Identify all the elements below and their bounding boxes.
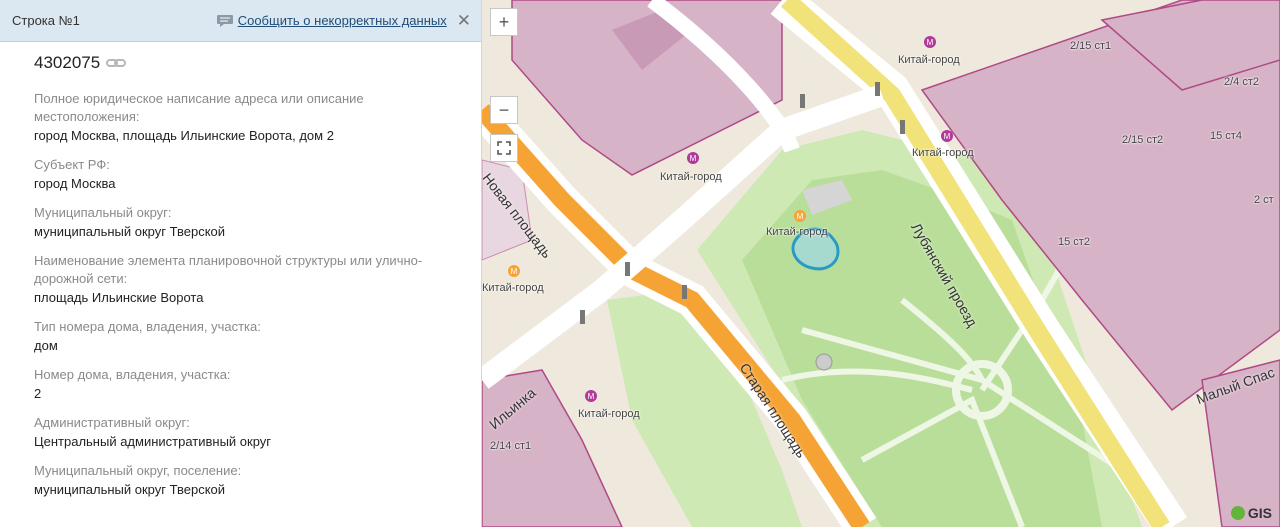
field-value: площадь Ильинские Ворота xyxy=(34,290,204,305)
zoom-out-button[interactable]: − xyxy=(490,96,518,124)
building-label: 2/15 ст1 xyxy=(1070,40,1112,52)
field-label: Полное юридическое написание адреса или … xyxy=(34,91,364,124)
comment-icon xyxy=(216,14,233,27)
panel-title: Строка №1 xyxy=(12,13,80,28)
field-label: Административный округ: xyxy=(34,415,190,430)
metro-icon: M xyxy=(585,390,597,402)
metro-icon: M xyxy=(941,130,953,142)
panel-body: 4302075 Полное юридическое написание адр… xyxy=(0,42,481,499)
field-label: Наименование элемента планировочной стру… xyxy=(34,253,423,286)
map-canvas[interactable] xyxy=(482,0,1280,527)
attribute-field: Субъект РФ: город Москва xyxy=(34,156,447,193)
building-label: 15 ст2 xyxy=(1058,236,1090,248)
metro-label: Китай-город xyxy=(766,226,828,238)
panel-header: Строка №1 Сообщить о некорректных данных… xyxy=(0,0,481,42)
svg-text:M: M xyxy=(944,132,951,141)
zoom-slider[interactable] xyxy=(490,36,518,96)
field-label: Тип номера дома, владения, участка: xyxy=(34,319,261,334)
field-value: дом xyxy=(34,338,58,353)
record-id: 4302075 xyxy=(34,53,101,72)
field-value: Центральный административный округ xyxy=(34,434,272,449)
svg-text:M: M xyxy=(797,212,804,221)
attribute-field: Административный округ: Центральный админ… xyxy=(34,414,447,451)
svg-text:M: M xyxy=(690,154,697,163)
field-label: Муниципальный округ, поселение: xyxy=(34,463,242,478)
attribute-field: Муниципальный округ, поселение: муниципал… xyxy=(34,462,447,499)
zoom-controls: + − xyxy=(490,8,518,124)
attribute-field: Тип номера дома, владения, участка: дом xyxy=(34,318,447,355)
building-label: 2/15 ст2 xyxy=(1122,134,1164,146)
attribute-field: Полное юридическое написание адреса или … xyxy=(34,90,447,145)
field-label: Муниципальный округ: xyxy=(34,205,172,220)
metro-label: Китай-город xyxy=(912,147,974,159)
metro-label: Китай-город xyxy=(482,282,544,294)
fullscreen-icon xyxy=(497,141,511,155)
attribute-field: Номер дома, владения, участка: 2 xyxy=(34,366,447,403)
metro-icon: M xyxy=(687,152,699,164)
report-incorrect-data-link[interactable]: Сообщить о некорректных данных xyxy=(238,13,447,28)
field-value: город Москва, площадь Ильинские Ворота, … xyxy=(34,128,334,143)
link-icon[interactable] xyxy=(106,57,127,69)
attribute-field: Муниципальный округ: муниципальный округ … xyxy=(34,204,447,241)
metro-icon: M xyxy=(508,265,520,277)
building-label: 2 ст xyxy=(1254,194,1274,206)
fullscreen-button[interactable] xyxy=(490,134,518,162)
map[interactable]: + − M Китай-город M Китай-город M Китай-… xyxy=(482,0,1280,527)
report-area: Сообщить о некорректных данных ✕ xyxy=(216,12,471,29)
field-label: Номер дома, владения, участка: xyxy=(34,367,231,382)
svg-text:M: M xyxy=(511,267,518,276)
2gis-logo[interactable]: GIS xyxy=(1230,505,1272,521)
attribute-field: Наименование элемента планировочной стру… xyxy=(34,252,447,307)
close-icon[interactable]: ✕ xyxy=(457,12,471,29)
svg-text:M: M xyxy=(927,38,934,47)
info-panel: Строка №1 Сообщить о некорректных данных… xyxy=(0,0,482,527)
metro-label: Китай-город xyxy=(898,54,960,66)
zoom-in-button[interactable]: + xyxy=(490,8,518,36)
metro-icon: M xyxy=(794,210,806,222)
field-value: город Москва xyxy=(34,176,116,191)
building-label: 2/4 ст2 xyxy=(1224,76,1260,88)
logo-mark-icon xyxy=(1230,506,1245,520)
record-id-row: 4302075 xyxy=(34,50,447,76)
svg-text:M: M xyxy=(588,392,595,401)
logo-text: GIS xyxy=(1247,505,1272,521)
field-value: муниципальный округ Тверской xyxy=(34,224,226,239)
building-label: 15 ст4 xyxy=(1210,130,1242,142)
field-label: Субъект РФ: xyxy=(34,157,110,172)
field-value: муниципальный округ Тверской xyxy=(34,482,226,497)
metro-label: Китай-город xyxy=(578,408,640,420)
field-value: 2 xyxy=(34,386,42,401)
building-label: 2/14 ст1 xyxy=(490,440,532,452)
metro-label: Китай-город xyxy=(660,171,722,183)
metro-icon: M xyxy=(924,36,936,48)
